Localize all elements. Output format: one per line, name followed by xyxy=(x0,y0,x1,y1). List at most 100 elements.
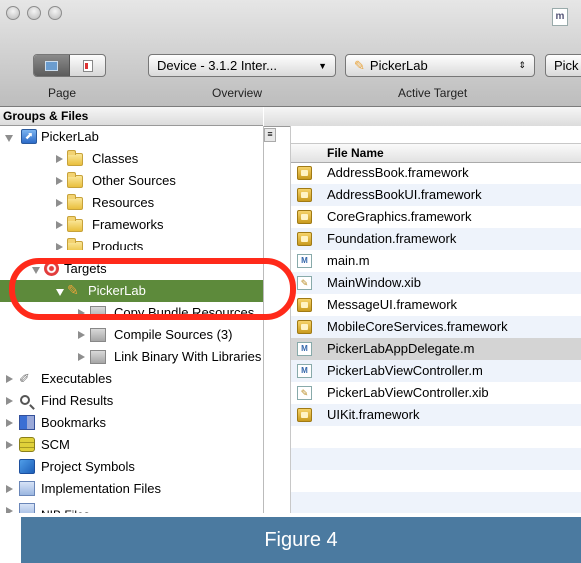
outline-action-icon[interactable]: ≡ xyxy=(264,128,276,142)
disclosure-triangle-icon[interactable] xyxy=(56,221,63,229)
up-down-arrows-icon: ⇕ xyxy=(518,60,526,70)
app-target-icon: ✎ xyxy=(354,57,365,73)
sidebar-item-label: Implementation Files xyxy=(41,481,161,496)
sidebar-item-other-sources[interactable]: Other Sources xyxy=(0,170,263,192)
sidebar-item-executables[interactable]: ✐ Executables xyxy=(0,368,263,390)
sidebar-item-label: SCM xyxy=(41,437,70,452)
sidebar-item-scm[interactable]: SCM xyxy=(0,434,263,456)
sidebar-item-products[interactable]: Products xyxy=(0,236,263,250)
disclosure-triangle-icon[interactable] xyxy=(6,419,13,427)
disclosure-triangle-icon[interactable] xyxy=(6,507,13,513)
file-name: CoreGraphics.framework xyxy=(327,209,472,224)
file-row[interactable]: M PickerLabAppDelegate.m xyxy=(291,338,581,360)
sidebar-item-implementation-files[interactable]: Implementation Files xyxy=(0,478,263,500)
sidebar-item-frameworks[interactable]: Frameworks xyxy=(0,214,263,236)
sidebar-item-find-results[interactable]: Find Results xyxy=(0,390,263,412)
file-name: PickerLabViewController.m xyxy=(327,363,483,378)
file-row[interactable]: AddressBook.framework xyxy=(291,162,581,184)
disclosure-triangle-icon[interactable] xyxy=(78,353,85,361)
disclosure-triangle-icon[interactable] xyxy=(6,375,13,383)
sidebar-item-nib-files[interactable]: NIB Files xyxy=(0,500,263,513)
disclosure-triangle-icon[interactable] xyxy=(6,441,13,449)
folder-icon xyxy=(67,194,83,210)
file-row[interactable]: Foundation.framework xyxy=(291,228,581,250)
file-row[interactable]: AddressBookUI.framework xyxy=(291,184,581,206)
file-row[interactable]: UIKit.framework xyxy=(291,404,581,426)
sidebar-item-label: Compile Sources (3) xyxy=(114,327,233,342)
overview-popup-value: Device - 3.1.2 Inter... xyxy=(157,58,277,73)
active-target-popup[interactable]: ✎ PickerLab ⇕ xyxy=(345,54,535,77)
overview-label: Overview xyxy=(212,86,263,100)
implementation-files-icon xyxy=(19,481,35,496)
framework-icon xyxy=(297,408,312,422)
sidebar-item-resources[interactable]: Resources xyxy=(0,192,263,214)
sidebar-item-classes[interactable]: Classes xyxy=(0,148,263,170)
sidebar-item-compile-sources[interactable]: Compile Sources (3) xyxy=(0,324,263,346)
m-file-icon: M xyxy=(297,254,312,268)
file-name-column-header[interactable]: File Name xyxy=(291,143,581,163)
zoom-window-button[interactable] xyxy=(48,6,62,20)
groups-and-files-header[interactable]: Groups & Files xyxy=(0,107,263,126)
detail-toolbar-strip xyxy=(264,107,581,127)
page-segmented-control[interactable] xyxy=(33,54,106,77)
page-view-window-segment[interactable] xyxy=(34,55,70,76)
project-icon: ⬈ xyxy=(21,129,37,144)
xib-file-icon: ✎ xyxy=(297,386,312,400)
file-row[interactable]: CoreGraphics.framework xyxy=(291,206,581,228)
folder-icon xyxy=(67,150,83,166)
sidebar-item-label: Project Symbols xyxy=(41,459,135,474)
folder-icon xyxy=(67,172,83,188)
toolbar: m Device - 3.1.2 Inter... ▼ ✎ PickerLab … xyxy=(0,0,581,107)
disclosure-triangle-icon[interactable] xyxy=(56,199,63,207)
window-icon xyxy=(45,60,58,71)
sidebar-item-label: Frameworks xyxy=(92,217,164,232)
disclosure-triangle-icon[interactable] xyxy=(5,135,13,142)
column-header-label: File Name xyxy=(327,146,384,160)
page-view-document-segment[interactable] xyxy=(70,55,105,76)
file-name: AddressBook.framework xyxy=(327,165,469,180)
build-phase-icon xyxy=(90,350,106,364)
file-name: main.m xyxy=(327,253,370,268)
active-target-popup-value: PickerLab xyxy=(369,58,428,73)
sidebar-item-label: Products xyxy=(92,239,144,250)
file-row[interactable]: M PickerLabViewController.m xyxy=(291,360,581,382)
file-name: PickerLabViewController.xib xyxy=(327,385,489,400)
overview-popup[interactable]: Device - 3.1.2 Inter... ▼ xyxy=(148,54,336,77)
framework-icon xyxy=(297,320,312,334)
document-proxy-icon[interactable]: m xyxy=(552,8,568,26)
configuration-popup[interactable]: Pick xyxy=(545,54,581,77)
disclosure-triangle-icon[interactable] xyxy=(56,243,63,250)
folder-icon xyxy=(67,216,83,232)
file-row[interactable]: M main.m xyxy=(291,250,581,272)
sidebar-item-project-symbols[interactable]: Project Symbols xyxy=(0,456,263,478)
file-row[interactable]: ✎ MainWindow.xib xyxy=(291,272,581,294)
file-name: MessageUI.framework xyxy=(327,297,458,312)
build-phase-icon xyxy=(90,328,106,342)
disclosure-triangle-icon[interactable] xyxy=(56,155,63,163)
page-label: Page xyxy=(48,86,77,100)
file-row[interactable]: MessageUI.framework xyxy=(291,294,581,316)
sidebar-item-link-binary[interactable]: Link Binary With Libraries xyxy=(0,346,263,368)
file-row[interactable]: ✎ PickerLabViewController.xib xyxy=(291,382,581,404)
sidebar-item-label: Find Results xyxy=(41,393,114,408)
document-icon xyxy=(82,59,93,72)
file-list[interactable]: File Name AddressBook.framework AddressB… xyxy=(290,126,581,513)
nib-files-icon xyxy=(19,503,35,513)
file-name: MobileCoreServices.framework xyxy=(327,319,508,334)
m-file-icon: M xyxy=(297,342,312,356)
sidebar-item-label: PickerLab xyxy=(41,129,99,144)
disclosure-triangle-icon[interactable] xyxy=(78,331,85,339)
configuration-popup-value: Pick xyxy=(554,58,579,73)
minimize-window-button[interactable] xyxy=(27,6,41,20)
detail-gutter xyxy=(264,147,290,513)
sidebar-item-bookmarks[interactable]: Bookmarks xyxy=(0,412,263,434)
disclosure-triangle-icon[interactable] xyxy=(56,177,63,185)
figure-caption: Figure 4 xyxy=(21,517,581,563)
disclosure-triangle-icon[interactable] xyxy=(6,397,13,405)
file-name: PickerLabAppDelegate.m xyxy=(327,341,475,356)
file-row[interactable]: MobileCoreServices.framework xyxy=(291,316,581,338)
disclosure-triangle-icon[interactable] xyxy=(6,485,13,493)
close-window-button[interactable] xyxy=(6,6,20,20)
executables-icon: ✐ xyxy=(19,371,30,386)
sidebar-item-project[interactable]: ⬈ PickerLab xyxy=(0,126,263,148)
